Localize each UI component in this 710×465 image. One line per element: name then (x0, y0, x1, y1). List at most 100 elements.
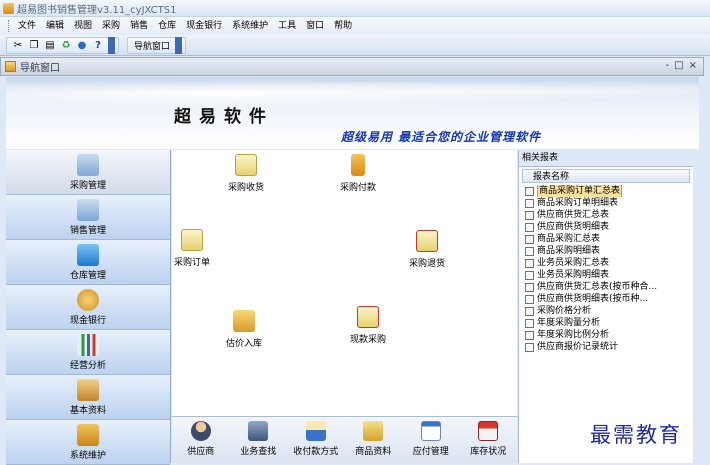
nav-item-basic-info[interactable]: 基本资料 (6, 375, 170, 420)
report-label: 业务员采购汇总表 (537, 258, 610, 268)
report-doc-icon (525, 318, 534, 328)
banner-sky (6, 77, 699, 105)
purchase-return-button[interactable]: 采购退货 (409, 230, 445, 269)
nav-label: 销售管理 (69, 225, 106, 236)
close-button[interactable]: × (689, 60, 697, 71)
nav-label: 仓库管理 (69, 270, 106, 281)
help-icon[interactable]: ? (91, 38, 105, 52)
nav-window-icon (5, 61, 16, 72)
toolbar-edit-group: ✂ ❐ ▤ ♻ ● ? (6, 36, 119, 54)
fn-label: 现款采购 (350, 335, 387, 345)
payment-icon (351, 154, 365, 176)
store-icon (478, 421, 499, 441)
report-doc-icon (525, 222, 534, 232)
report-item[interactable]: 供应商供货明细表 (522, 221, 690, 233)
report-item[interactable]: 供应商供货汇总表(按币种合... (522, 281, 690, 293)
report-doc-icon (525, 258, 534, 268)
menu-view[interactable]: 视图 (69, 17, 97, 35)
right-scroll-area[interactable] (694, 150, 704, 463)
left-nav: 采购管理 销售管理 仓库管理 现金银行 经营分析 基本资料 系统维护 (6, 150, 171, 465)
report-doc-icon (525, 282, 534, 292)
nav-item-warehouse[interactable]: 仓库管理 (6, 240, 170, 285)
menu-warehouse[interactable]: 仓库 (153, 17, 181, 35)
report-item[interactable]: 商品采购汇总表 (522, 233, 690, 245)
banner-title: 超易软件 (174, 107, 274, 127)
report-item[interactable]: 商品采购明细表 (522, 245, 690, 257)
payment-method-button[interactable]: 收付款方式 (289, 421, 343, 457)
toolbar-dropdown[interactable] (108, 36, 115, 54)
nav-item-sales[interactable]: 销售管理 (6, 195, 170, 240)
report-item[interactable]: 商品采购订单汇总表 (522, 185, 690, 197)
menu-sales[interactable]: 销售 (125, 17, 153, 35)
calendar-icon (420, 421, 441, 441)
menu-system[interactable]: 系统维护 (227, 17, 273, 35)
business-search-button[interactable]: 业务查找 (231, 421, 285, 457)
related-reports-panel: 相关报表 报表名称 商品采购订单汇总表 商品采购订单明细表 供应商供货汇总表 供… (518, 150, 693, 463)
menu-grip[interactable] (8, 20, 11, 32)
function-canvas: 采购收货 采购付款 采购订单 采购退货 估价入库 现款采购 (172, 150, 517, 416)
report-list: 商品采购订单汇总表 商品采购订单明细表 供应商供货汇总表 供应商供货明细表 商品… (519, 183, 693, 355)
cut-icon[interactable]: ✂ (11, 38, 25, 52)
report-label: 供应商供货明细表(按币种... (537, 294, 649, 304)
nav-item-analysis[interactable]: 经营分析 (6, 330, 170, 375)
related-reports-title: 相关报表 (519, 150, 693, 167)
product-info-button[interactable]: 商品资料 (346, 421, 400, 457)
menu-help[interactable]: 帮助 (329, 17, 357, 35)
report-item[interactable]: 商品采购订单明细表 (522, 197, 690, 209)
bb-label: 业务查找 (240, 447, 277, 457)
copy-icon[interactable]: ❐ (27, 38, 41, 52)
menu-edit[interactable]: 编辑 (41, 17, 69, 35)
purchase-receive-button[interactable]: 采购收货 (228, 154, 264, 193)
nav-label: 现金银行 (69, 315, 106, 326)
report-item[interactable]: 业务员采购明细表 (522, 269, 690, 281)
watermark: 最需教育 (590, 423, 682, 447)
report-item[interactable]: 采购价格分析 (522, 305, 690, 317)
cash-purchase-button[interactable]: 现款采购 (350, 306, 386, 345)
report-label: 商品采购订单明细表 (537, 198, 619, 208)
nav-label: 基本资料 (69, 405, 106, 416)
menu-window[interactable]: 窗口 (301, 17, 329, 35)
refresh-icon[interactable]: ♻ (59, 38, 73, 52)
purchase-pay-button[interactable]: 采购付款 (340, 154, 376, 193)
price-inbound-button[interactable]: 估价入库 (226, 310, 262, 349)
report-item[interactable]: 年度采购比例分析 (522, 329, 690, 341)
nav-item-system[interactable]: 系统维护 (6, 420, 170, 465)
report-item[interactable]: 供应商报价记录统计 (522, 341, 690, 353)
payable-button[interactable]: 应付管理 (404, 421, 458, 457)
menu-purchase[interactable]: 采购 (97, 17, 125, 35)
menu-cash-bank[interactable]: 现金银行 (181, 17, 227, 35)
banner: 超易软件 超级易用 最适合您的企业管理软件 (6, 77, 699, 149)
paste-icon[interactable]: ▤ (43, 38, 57, 52)
fn-label: 采购收货 (228, 183, 265, 193)
globe-icon[interactable]: ● (75, 38, 89, 52)
cart-icon (77, 153, 99, 176)
report-item[interactable]: 业务员采购汇总表 (522, 257, 690, 269)
warehouse-icon (77, 243, 99, 266)
cart-icon (77, 198, 99, 221)
nav-label: 系统维护 (69, 450, 106, 461)
menu-tools[interactable]: 工具 (273, 17, 301, 35)
supplier-button[interactable]: 供应商 (174, 421, 228, 457)
minimize-button[interactable]: - (666, 60, 670, 71)
maximize-button[interactable]: □ (674, 60, 683, 71)
report-item[interactable]: 供应商供货明细表(按币种... (522, 293, 690, 305)
report-item[interactable]: 供应商供货汇总表 (522, 209, 690, 221)
report-name-column-header[interactable]: 报表名称 (522, 169, 690, 183)
report-item[interactable]: 年度采购量分析 (522, 317, 690, 329)
money-bag-icon (77, 288, 99, 311)
nav-item-cash-bank[interactable]: 现金银行 (6, 285, 170, 330)
report-label: 供应商供货汇总表 (537, 210, 610, 220)
nav-item-purchase[interactable]: 采购管理 (6, 150, 170, 195)
nav-label: 采购管理 (69, 180, 106, 191)
menu-file[interactable]: 文件 (13, 17, 41, 35)
person-icon (190, 421, 211, 441)
toolbar-dropdown-2[interactable] (175, 36, 183, 54)
bb-label: 收付款方式 (293, 447, 339, 457)
inventory-status-button[interactable]: 库存状况 (461, 421, 515, 457)
nav-window-button[interactable]: 导航窗口 (131, 39, 173, 52)
report-label: 商品采购汇总表 (537, 234, 601, 244)
gold-bars-icon (363, 421, 384, 441)
toolbar: ✂ ❐ ▤ ♻ ● ? 导航窗口 (0, 35, 710, 56)
purchase-order-button[interactable]: 采购订单 (174, 229, 210, 268)
report-label: 供应商报价记录统计 (537, 342, 619, 352)
